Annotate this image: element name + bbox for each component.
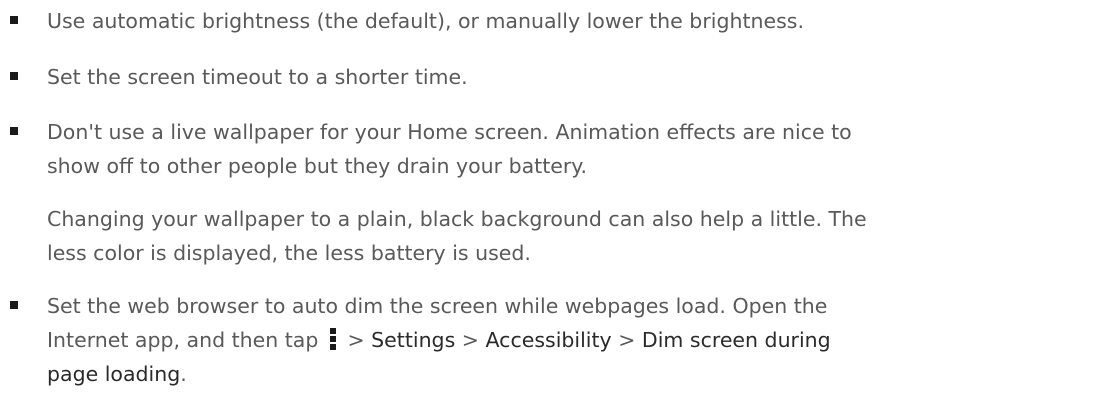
bullet-marker — [10, 301, 18, 309]
accessibility-path-item: Accessibility — [485, 328, 612, 352]
overflow-menu-icon — [329, 328, 337, 350]
tip-text-segment: Internet app, and then tap — [47, 328, 319, 352]
tip-browser-dim: Set the web browser to auto dim the scre… — [10, 289, 1087, 391]
tip-text-line: page loading. — [47, 357, 1087, 391]
battery-tips-document: Use automatic brightness (the default), … — [0, 0, 1095, 398]
path-separator: > — [461, 328, 479, 352]
tip-live-wallpaper: Don't use a live wallpaper for your Home… — [10, 115, 1087, 183]
path-separator: > — [347, 328, 365, 352]
bullet-marker — [10, 16, 18, 24]
tip-text-line: Don't use a live wallpaper for your Home… — [47, 120, 852, 144]
tip-text-line: show off to other people but they drain … — [47, 154, 587, 178]
dim-screen-path-item: Dim screen during — [641, 328, 831, 352]
bullet-marker — [10, 127, 18, 135]
tip-text: Use automatic brightness (the default), … — [47, 9, 804, 33]
tip-screen-timeout: Set the screen timeout to a shorter time… — [10, 60, 1087, 94]
tip-wallpaper-note: Changing your wallpaper to a plain, blac… — [47, 202, 1087, 270]
tip-text: Set the screen timeout to a shorter time… — [47, 65, 468, 89]
tip-text-line: Internet app, and then tap > Settings > … — [47, 323, 1087, 357]
tip-text-line: Changing your wallpaper to a plain, blac… — [47, 207, 867, 231]
dim-screen-path-item-continued: page loading — [47, 362, 181, 386]
settings-path-item: Settings — [371, 328, 456, 352]
sentence-end: . — [180, 362, 187, 386]
bullet-marker — [10, 72, 18, 80]
tip-brightness: Use automatic brightness (the default), … — [10, 4, 1087, 38]
tip-text-line: Set the web browser to auto dim the scre… — [47, 294, 828, 318]
path-separator: > — [618, 328, 636, 352]
tip-text-line: less color is displayed, the less batter… — [47, 241, 531, 265]
